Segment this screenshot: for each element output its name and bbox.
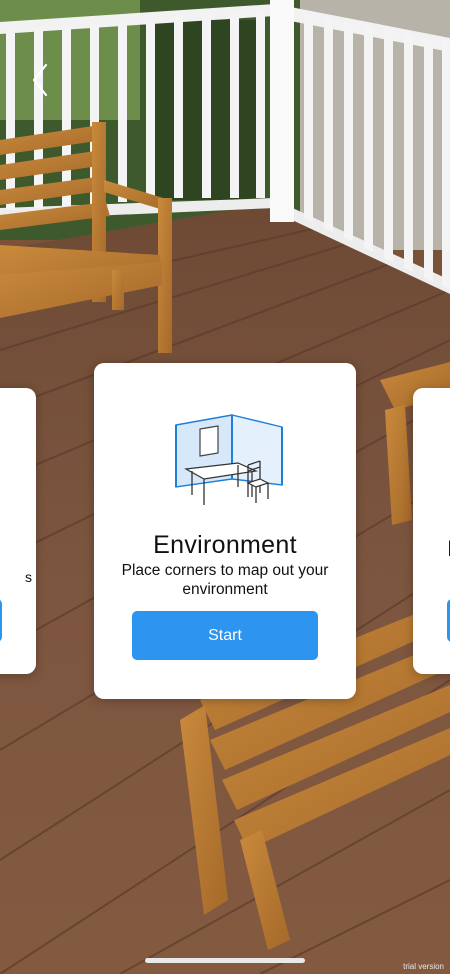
card-description: Place corners to map out your environmen… (121, 562, 329, 598)
carousel-card-next[interactable]: I (413, 388, 450, 674)
start-button[interactable]: Start (132, 611, 318, 660)
trial-version-watermark: trial version (403, 962, 444, 971)
ar-screen: s I (0, 0, 450, 974)
chevron-left-icon (32, 63, 48, 97)
room-corner-table-chair-icon (164, 409, 286, 511)
back-button[interactable] (26, 60, 56, 100)
card-title: Environment (153, 531, 297, 559)
carousel-card-previous[interactable]: s (0, 388, 36, 674)
previous-card-start-button[interactable] (0, 599, 2, 642)
environment-card: Environment Place corners to map out you… (94, 363, 356, 699)
card-description-fragment: s (25, 569, 32, 585)
home-indicator[interactable] (145, 958, 305, 963)
